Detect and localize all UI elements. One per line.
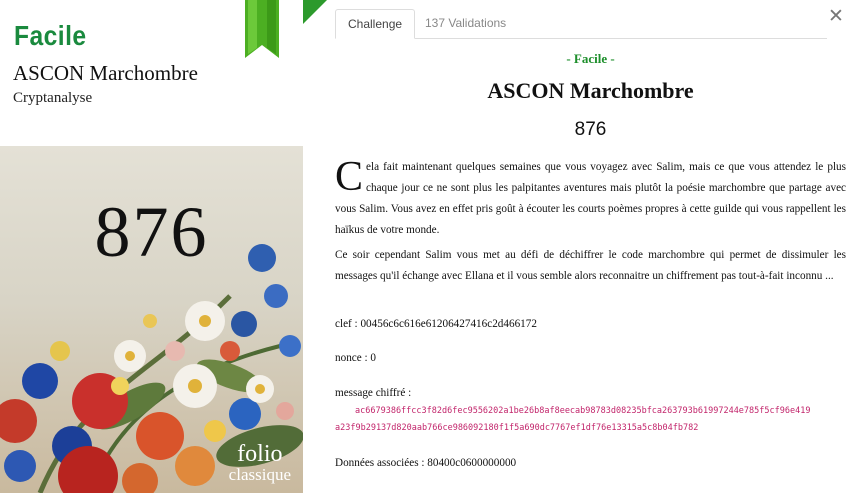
card-title: ASCON Marchombre: [13, 61, 198, 85]
ciphertext-label: message chiffré :: [335, 387, 412, 399]
intro-text: ela fait maintenant quelques semaines qu…: [335, 161, 846, 236]
associated-data-line: Données associées : 80400c0600000000: [335, 457, 517, 469]
intro-paragraph: Cela fait maintenant quelques semaines q…: [335, 154, 846, 241]
bookmark-ribbon-icon: [245, 0, 279, 58]
cover-number: 876: [94, 192, 209, 272]
challenge-score: 876: [574, 119, 607, 140]
drop-cap: C: [335, 154, 364, 200]
challenge-card: Facile ASCON Marchombre Cryptanalyse 876…: [0, 0, 303, 493]
card-difficulty: Facile: [14, 20, 87, 51]
ciphertext-line-2: a23f9b29137d820aab766ce986092180f1f5a690…: [335, 423, 699, 433]
card-category: Cryptanalyse: [13, 90, 93, 106]
ciphertext-block: ac6679386ffcc3f82d6fec9556202a1be26b8af8…: [335, 403, 845, 437]
nonce-line: nonce : 0: [335, 352, 377, 364]
challenge-title: ASCON Marchombre: [487, 78, 694, 103]
tab-challenge[interactable]: Challenge: [335, 9, 416, 39]
challenge-paragraph: Ce soir cependant Salim vous met au défi…: [335, 249, 846, 282]
corner-accent-icon: [303, 0, 327, 24]
key-line: clef : 00456c6c616e61206427416c2d466172: [335, 318, 537, 330]
tab-validations[interactable]: 137 Validations: [413, 9, 518, 39]
publisher-line-2: classique: [228, 465, 291, 484]
tab-bar: Challenge 137 Validations: [335, 9, 827, 39]
book-cover-image: 876 folio classique: [0, 146, 303, 493]
close-icon[interactable]: ✕: [826, 6, 846, 26]
publisher-line-1: folio: [237, 441, 283, 467]
publisher-logo: folio classique: [229, 442, 291, 483]
ciphertext-line-1: ac6679386ffcc3f82d6fec9556202a1be26b8af8…: [355, 406, 811, 416]
challenge-level: - Facile -: [566, 51, 615, 66]
